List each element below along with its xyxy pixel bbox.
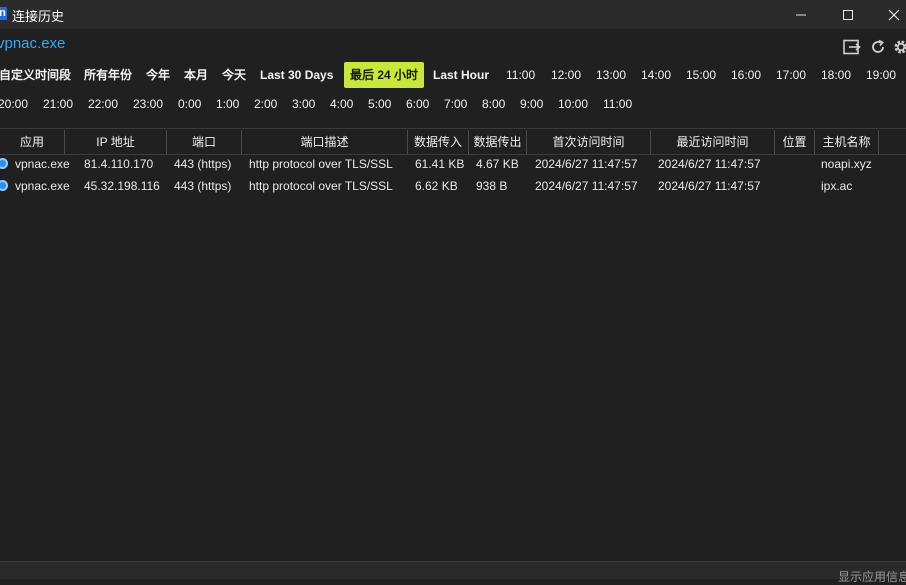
filter-hour[interactable]: 13:00	[596, 62, 626, 88]
app-row-icon	[0, 158, 8, 169]
column-header-port-desc[interactable]: 端口描述	[242, 130, 408, 154]
export-button[interactable]	[842, 37, 862, 57]
column-header-location[interactable]: 位置	[775, 130, 815, 154]
filter-hour[interactable]: 2:00	[254, 91, 277, 117]
cell-port: 443 (https)	[174, 157, 232, 171]
cell-port-desc: http protocol over TLS/SSL	[249, 179, 393, 193]
cell-data-in: 6.62 KB	[415, 179, 458, 193]
cell-first-access: 2024/6/27 11:47:57	[535, 179, 638, 193]
cell-data-out: 4.67 KB	[476, 157, 519, 171]
filter-hour[interactable]: 18:00	[821, 62, 851, 88]
filter-hour[interactable]: 21:00	[43, 91, 73, 117]
filter-this-month[interactable]: 本月	[184, 62, 208, 88]
column-header-data-out[interactable]: 数据传出	[469, 130, 527, 154]
cell-port-desc: http protocol over TLS/SSL	[249, 157, 393, 171]
filter-hour[interactable]: 10:00	[558, 91, 588, 117]
status-text[interactable]: 显示应用信息	[838, 568, 906, 585]
filter-hour[interactable]: 19:00	[866, 62, 896, 88]
refresh-icon	[872, 39, 884, 53]
filter-this-year[interactable]: 今年	[146, 62, 170, 88]
settings-icon	[894, 40, 906, 54]
refresh-button[interactable]	[868, 37, 888, 57]
filter-hour[interactable]: 0:00	[178, 91, 201, 117]
status-bar: 显示应用信息	[0, 561, 906, 584]
minimize-button[interactable]	[778, 0, 824, 29]
export-icon	[843, 39, 861, 55]
cell-app: vpnac.exe	[15, 179, 70, 193]
table-row[interactable]: vpnac.exe 81.4.110.170 443 (https) http …	[0, 153, 906, 175]
settings-button[interactable]	[891, 37, 906, 57]
maximize-button[interactable]	[825, 0, 871, 29]
cell-port: 443 (https)	[174, 179, 232, 193]
column-header-app[interactable]: 应用	[0, 130, 65, 154]
minimize-icon	[796, 14, 806, 15]
close-icon	[888, 9, 900, 20]
title-bar: n 连接历史	[0, 0, 906, 29]
filter-hour[interactable]: 23:00	[133, 91, 163, 117]
cell-first-access: 2024/6/27 11:47:57	[535, 157, 638, 171]
table-row[interactable]: vpnac.exe 45.32.198.116 443 (https) http…	[0, 175, 906, 197]
filter-last-24-hours[interactable]: 最后 24 小时	[344, 62, 425, 88]
cell-ip: 45.32.198.116	[84, 179, 160, 193]
filter-hour[interactable]: 14:00	[641, 62, 671, 88]
filter-hour[interactable]: 5:00	[368, 91, 391, 117]
cell-last-access: 2024/6/27 11:47:57	[658, 179, 761, 193]
column-header-hostname[interactable]: 主机名称	[815, 130, 879, 154]
cell-app: vpnac.exe	[15, 157, 70, 171]
divider	[0, 128, 906, 129]
filter-hour[interactable]: 7:00	[444, 91, 467, 117]
filter-today[interactable]: 今天	[222, 62, 246, 88]
filter-hour[interactable]: 1:00	[216, 91, 239, 117]
filter-hour[interactable]: 12:00	[551, 62, 581, 88]
column-header-ip[interactable]: IP 地址	[65, 130, 167, 154]
filter-custom-range[interactable]: 自定义时间段	[0, 62, 71, 88]
window-title: 连接历史	[12, 10, 65, 25]
filter-hour[interactable]: 11:00	[603, 91, 632, 117]
filter-last-30-days[interactable]: Last 30 Days	[260, 62, 333, 88]
maximize-icon	[843, 9, 853, 20]
column-header-port[interactable]: 端口	[167, 130, 242, 154]
filter-hour[interactable]: 6:00	[406, 91, 429, 117]
filter-hour[interactable]: 11:00	[506, 62, 535, 88]
cell-data-in: 61.41 KB	[415, 157, 465, 171]
filter-hour[interactable]: 9:00	[520, 91, 543, 117]
cell-hostname: ipx.ac	[821, 179, 853, 193]
column-header-first-access[interactable]: 首次访问时间	[527, 130, 651, 154]
close-button[interactable]	[871, 0, 906, 29]
filter-hour[interactable]: 4:00	[330, 91, 353, 117]
cell-hostname: noapi.xyz	[821, 157, 872, 171]
filter-hour[interactable]: 22:00	[88, 91, 118, 117]
filter-hour[interactable]: 20:00	[0, 91, 28, 117]
cell-ip: 81.4.110.170	[84, 157, 154, 171]
filter-hour[interactable]: 16:00	[731, 62, 761, 88]
filter-hour[interactable]: 17:00	[776, 62, 806, 88]
filter-hour[interactable]: 3:00	[292, 91, 315, 117]
app-name-link[interactable]: vpnac.exe	[0, 35, 65, 52]
column-header-data-in[interactable]: 数据传入	[408, 130, 469, 154]
cell-data-out: 938 B	[476, 179, 508, 193]
column-header-last-access[interactable]: 最近访问时间	[651, 130, 775, 154]
filter-all-years[interactable]: 所有年份	[84, 62, 132, 88]
filter-hour[interactable]: 8:00	[482, 91, 505, 117]
filter-hour[interactable]: 15:00	[686, 62, 716, 88]
table-header: 应用 IP 地址 端口 端口描述 数据传入 数据传出 首次访问时间 最近访问时间…	[0, 130, 906, 155]
app-icon: n	[0, 7, 7, 20]
app-row-icon	[0, 180, 8, 191]
cell-last-access: 2024/6/27 11:47:57	[658, 157, 761, 171]
filter-last-hour[interactable]: Last Hour	[433, 62, 489, 88]
